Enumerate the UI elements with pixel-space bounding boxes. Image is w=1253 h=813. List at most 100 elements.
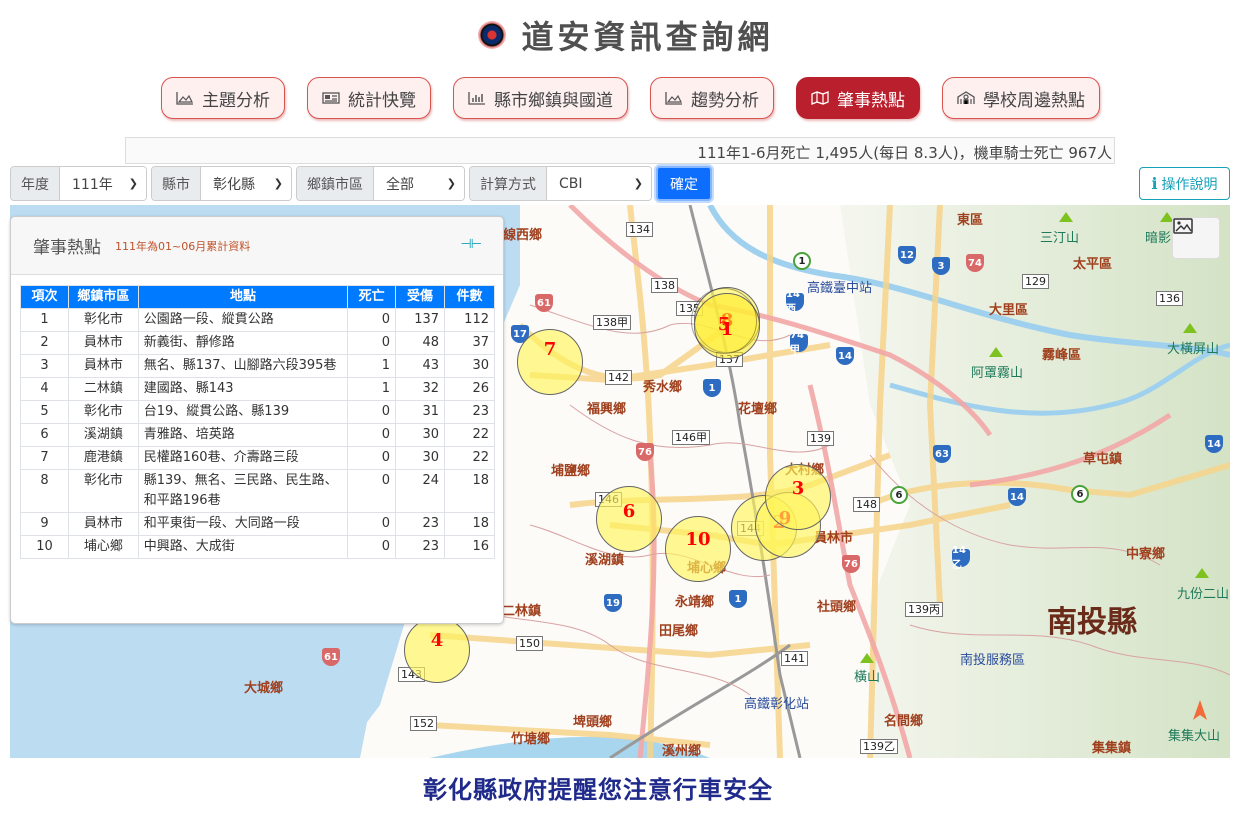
table-row[interactable]: 10 埔心鄉 中興路、大成街 0 23 16 [20, 535, 495, 559]
cell-injuries: 30 [395, 423, 446, 447]
highway-shield: 6 [1071, 485, 1089, 503]
year-filter: 年度 111年 ❯ [10, 166, 147, 201]
table-row[interactable]: 8 彰化市 縣139、無名、三民路、民生路、和平路196巷 0 24 18 [20, 469, 495, 513]
road-label: 129 [1022, 274, 1049, 289]
mountain-icon [1183, 323, 1197, 333]
road-label: 134 [626, 222, 653, 237]
table-row[interactable]: 3 員林市 無名、縣137、山腳路六段395巷 1 43 30 [20, 354, 495, 378]
cell-cases: 23 [444, 400, 495, 424]
mountain-icon [1195, 568, 1209, 578]
col-location: 地點 [137, 285, 349, 309]
nav-topic-analysis[interactable]: 主題分析 [161, 77, 285, 119]
chevron-down-icon: ❯ [446, 177, 456, 190]
newspaper-icon [322, 92, 340, 104]
confirm-button[interactable]: 確定 [656, 166, 712, 201]
year-select[interactable]: 111年 ❯ [60, 167, 146, 200]
table-row[interactable]: 4 二林鎮 建國路、縣143 1 32 26 [20, 377, 495, 401]
cell-cases: 22 [444, 446, 495, 470]
place-label: 東區 [957, 213, 984, 228]
year-label: 年度 [11, 167, 60, 200]
mountain-icon [860, 653, 874, 663]
table-row[interactable]: 6 溪湖鎮 青雅路、培英路 0 30 22 [20, 423, 495, 447]
county-label: 縣市 [152, 167, 201, 200]
cell-deaths: 0 [347, 423, 397, 447]
col-cases: 件數 [444, 285, 495, 309]
nav-label: 統計快覽 [348, 90, 416, 111]
nav-trend-analysis[interactable]: 趨勢分析 [650, 77, 774, 119]
mountain-label: 橫山 [854, 670, 881, 685]
nav-stats-overview[interactable]: 統計快覽 [307, 77, 431, 119]
nav-county-town-freeway[interactable]: 縣市鄉鎮與國道 [453, 77, 628, 119]
area-chart-icon [176, 92, 193, 105]
hotspot-label: 10 [685, 528, 711, 550]
hotspot-label: 7 [543, 338, 557, 360]
nav-label: 趨勢分析 [691, 90, 759, 111]
cell-rank: 5 [20, 400, 69, 424]
footer-slogan: 彰化縣政府提醒您注意行車安全 [423, 776, 773, 804]
county-select[interactable]: 彰化縣 ❯ [201, 167, 291, 200]
cell-injuries: 43 [395, 354, 446, 378]
panel-subtitle: 111年為01~06月累計資料 [115, 239, 251, 253]
place-label: 線西鄉 [503, 228, 543, 243]
hotspot-4[interactable]: 4 [404, 617, 470, 683]
table-row[interactable]: 1 彰化市 公園路一段、縱貫公路 0 137 112 [20, 308, 495, 332]
cell-injuries: 48 [395, 331, 446, 355]
cell-location: 縣139、無名、三民路、民生路、和平路196巷 [137, 469, 349, 513]
hotspot-5[interactable]: 5 [691, 288, 757, 354]
hotspot-7[interactable]: 7 [517, 329, 583, 395]
table-row[interactable]: 5 彰化市 台19、縱貫公路、縣139 0 31 23 [20, 400, 495, 424]
cell-rank: 7 [20, 446, 69, 470]
highway-shield: 1 [793, 252, 811, 270]
cell-location: 無名、縣137、山腳路六段395巷 [137, 354, 349, 378]
hotspot-3[interactable]: 3 [765, 464, 831, 530]
cell-rank: 6 [20, 423, 69, 447]
hotspot-panel: 肇事熱點 111年為01~06月累計資料 ⊣⊢ 項次 鄉鎮市區 地點 死亡 受傷… [10, 216, 504, 624]
highway-shield: 19 [604, 594, 622, 612]
road-label: 136 [1156, 291, 1183, 306]
cell-district: 溪湖鎮 [67, 423, 139, 447]
cell-cases: 30 [444, 354, 495, 378]
cell-district: 彰化市 [67, 400, 139, 424]
road-label: 152 [410, 716, 437, 731]
cell-location: 台19、縱貫公路、縣139 [137, 400, 349, 424]
site-title: 道安資訊查詢網 [521, 18, 774, 56]
col-rank: 項次 [20, 285, 69, 309]
cell-injuries: 23 [395, 535, 446, 559]
nav-label: 主題分析 [202, 90, 270, 111]
mountain-label: 集集大山 [1168, 729, 1221, 744]
compress-icon[interactable]: ⊣⊢ [460, 237, 482, 252]
school-icon [957, 91, 975, 104]
table-row[interactable]: 9 員林市 和平東街一段、大同路一段 0 23 18 [20, 512, 495, 536]
cell-district: 埔心鄉 [67, 535, 139, 559]
method-select[interactable]: CBI ❯ [547, 167, 651, 200]
bar-chart-icon [468, 92, 485, 105]
district-label: 鄉鎮市區 [297, 167, 374, 200]
road-label: 139 [807, 431, 834, 446]
highway-shield: 1 [703, 379, 721, 397]
district-select[interactable]: 全部 ❯ [374, 167, 464, 200]
hotspot-10[interactable]: 10 [665, 516, 731, 582]
site-header: 道安資訊查詢網 [0, 12, 1253, 58]
chevron-down-icon: ❯ [273, 177, 283, 190]
cell-rank: 1 [20, 308, 69, 332]
district-value: 全部 [386, 176, 414, 193]
marquee-text: 111年1-6月死亡 1,495人(每日 8.3人)，機車騎士死亡 967人 [697, 144, 1112, 162]
place-label: 花壇鄉 [738, 402, 778, 417]
road-label: 138甲 [593, 315, 631, 330]
info-icon: i [1151, 174, 1158, 193]
place-label: 秀水鄉 [643, 380, 683, 395]
hotspot-6[interactable]: 6 [596, 486, 662, 552]
table-row[interactable]: 7 鹿港鎮 民權路160巷、介壽路三段 0 30 22 [20, 446, 495, 470]
cell-rank: 4 [20, 377, 69, 401]
table-row[interactable]: 2 員林市 新義街、靜修路 0 48 37 [20, 331, 495, 355]
nav-accident-hotspots[interactable]: 肇事熱點 [796, 77, 920, 119]
help-button[interactable]: i 操作說明 [1139, 167, 1230, 200]
highway-shield: 1 [729, 590, 747, 608]
nav-school-hotspots[interactable]: 學校周邊熱點 [942, 77, 1100, 119]
highway-shield: 76 [636, 443, 654, 461]
cell-district: 彰化市 [67, 308, 139, 332]
basemap-toggle-button[interactable] [1172, 217, 1220, 259]
place-label: 溪州鄉 [662, 744, 702, 758]
cell-injuries: 32 [395, 377, 446, 401]
highway-shield: 3 [932, 257, 950, 275]
